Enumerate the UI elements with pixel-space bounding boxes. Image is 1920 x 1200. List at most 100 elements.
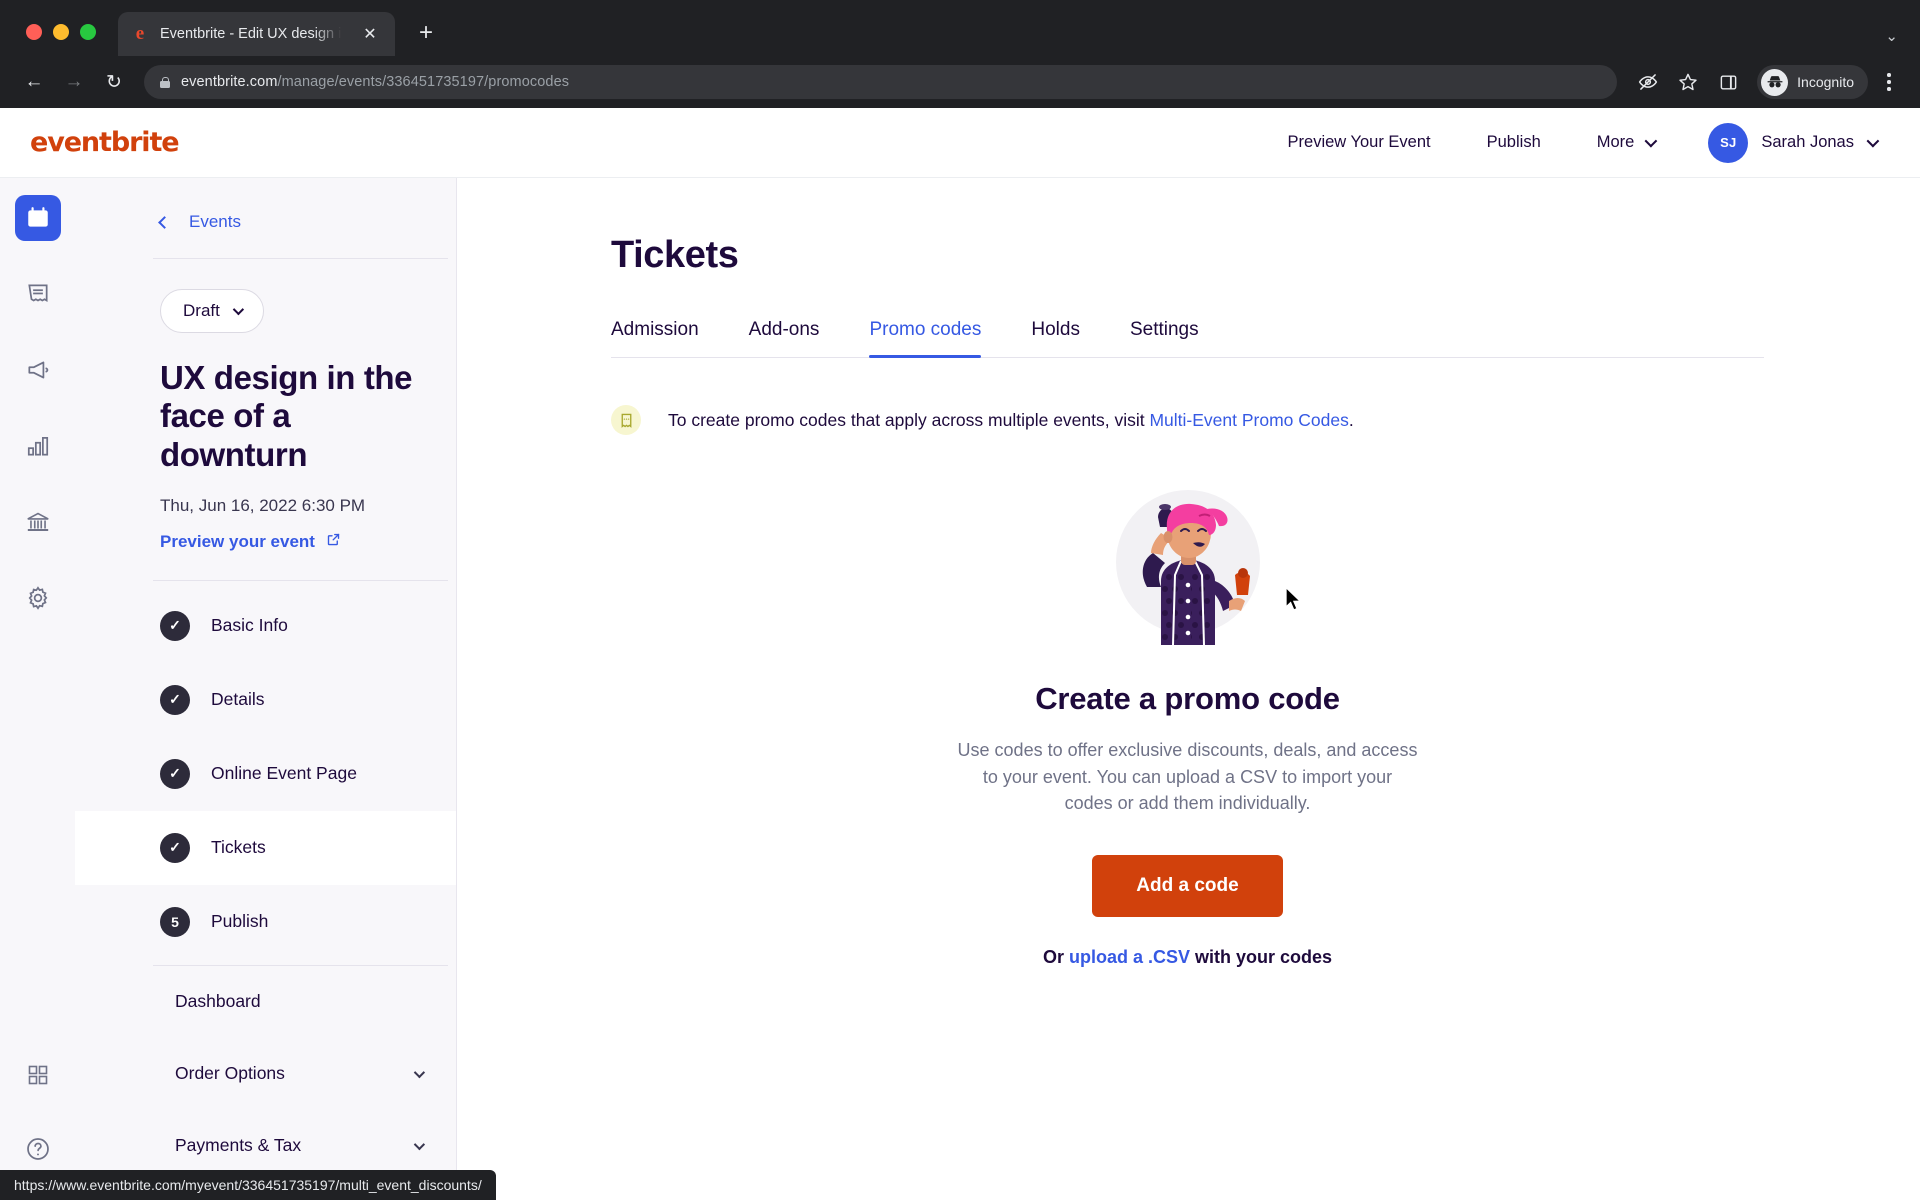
step-badge: ✓ bbox=[160, 610, 190, 641]
app-body: 9 Events Draft UX design in the face of … bbox=[0, 178, 1920, 1200]
sidebar-item-order-options[interactable]: Order Options bbox=[75, 1038, 456, 1110]
rail-item-apps[interactable] bbox=[15, 1052, 61, 1098]
sidebar-item-basic-info[interactable]: ✓ Basic Info bbox=[75, 589, 456, 663]
more-menu-label: More bbox=[1596, 133, 1635, 151]
event-status-label: Draft bbox=[183, 301, 220, 320]
back-to-events-link[interactable]: Events bbox=[75, 178, 456, 258]
chevron-down-icon bbox=[413, 1066, 426, 1079]
sidebar-item-label: Basic Info bbox=[211, 615, 288, 636]
event-status-dropdown[interactable]: Draft bbox=[160, 289, 264, 333]
step-badge: ✓ bbox=[160, 832, 190, 863]
reload-button[interactable]: ↻ bbox=[96, 64, 132, 100]
sub-cta-before: Or bbox=[1042, 946, 1069, 967]
tab-holds[interactable]: Holds bbox=[1031, 319, 1080, 357]
sidebar-item-label: Dashboard bbox=[175, 991, 261, 1012]
browser-window: e Eventbrite - Edit UX design in t ✕ + ⌄… bbox=[0, 0, 1920, 1200]
divider bbox=[153, 579, 448, 581]
close-window-button[interactable] bbox=[26, 24, 42, 40]
eye-off-icon[interactable] bbox=[1631, 65, 1665, 99]
browser-menu-button[interactable] bbox=[1874, 65, 1904, 99]
empty-state-description: Use codes to offer exclusive discounts, … bbox=[957, 740, 1418, 814]
bookmark-star-icon[interactable] bbox=[1671, 65, 1705, 99]
eventbrite-favicon-icon: e bbox=[135, 23, 145, 44]
rail-item-help[interactable] bbox=[15, 1126, 61, 1172]
notice-text-after: . bbox=[1348, 409, 1354, 430]
sidebar-item-label: Details bbox=[211, 689, 265, 710]
rail-item-orders[interactable] bbox=[15, 271, 61, 317]
address-bar[interactable]: eventbrite.com/manage/events/33645173519… bbox=[144, 65, 1618, 99]
rail-item-settings[interactable] bbox=[15, 575, 61, 621]
rail-item-marketing[interactable] bbox=[15, 347, 61, 393]
rail-item-finance[interactable] bbox=[15, 499, 61, 545]
preview-your-event-link[interactable]: Preview your event bbox=[160, 532, 456, 552]
tab-search-chevron-down-icon[interactable]: ⌄ bbox=[1885, 27, 1898, 45]
sidebar-item-label: Tickets bbox=[211, 837, 266, 858]
minimize-window-button[interactable] bbox=[53, 24, 69, 40]
eventbrite-logo[interactable]: eventbrite bbox=[30, 127, 180, 158]
page-title: Tickets bbox=[611, 234, 739, 276]
preview-your-event-label: Preview your event bbox=[160, 531, 315, 551]
person-with-confetti-illustration bbox=[1103, 477, 1273, 647]
event-steps-list: ✓ Basic Info ✓ Details ✓ Online Event Pa… bbox=[75, 589, 456, 959]
incognito-label: Incognito bbox=[1797, 74, 1854, 90]
event-title: UX design in the face of a downturn bbox=[160, 359, 413, 473]
page-content: eventbrite Preview Your Event Publish Mo… bbox=[0, 108, 1920, 1200]
tab-title: Eventbrite - Edit UX design in t bbox=[160, 26, 347, 42]
sub-cta-after: with your codes bbox=[1190, 946, 1333, 967]
chevron-left-icon bbox=[158, 215, 171, 229]
sidebar-item-details[interactable]: ✓ Details bbox=[75, 663, 456, 737]
tab-strip: e Eventbrite - Edit UX design in t ✕ + ⌄ bbox=[0, 0, 1920, 56]
back-to-events-label: Events bbox=[189, 212, 241, 231]
user-menu-button[interactable]: SJ Sarah Jonas bbox=[1708, 122, 1880, 163]
sidebar-item-label: Online Event Page bbox=[211, 763, 357, 784]
upload-csv-link[interactable]: upload a .CSV bbox=[1069, 947, 1190, 967]
browser-tab[interactable]: e Eventbrite - Edit UX design in t ✕ bbox=[118, 12, 395, 56]
preview-your-event-button[interactable]: Preview Your Event bbox=[1260, 133, 1459, 152]
incognito-profile-button[interactable]: Incognito bbox=[1757, 65, 1868, 99]
tab-settings[interactable]: Settings bbox=[1130, 319, 1199, 357]
url-domain: eventbrite.com bbox=[181, 74, 278, 90]
step-badge: ✓ bbox=[160, 758, 190, 789]
tab-add-ons[interactable]: Add-ons bbox=[749, 319, 820, 357]
sidebar-item-label: Payments & Tax bbox=[175, 1135, 302, 1156]
more-menu-button[interactable]: More bbox=[1569, 133, 1683, 152]
chevron-down-icon bbox=[232, 303, 244, 316]
maximize-window-button[interactable] bbox=[80, 24, 96, 40]
sidebar-item-dashboard[interactable]: Dashboard bbox=[75, 966, 456, 1038]
url-path: /manage/events/336451735197/promocodes bbox=[277, 74, 570, 90]
side-panel-icon[interactable] bbox=[1711, 65, 1745, 99]
ticket-icon bbox=[611, 405, 641, 435]
app-header-nav: Preview Your Event Publish More SJ Sarah… bbox=[1260, 122, 1880, 163]
sidebar-item-label: Order Options bbox=[175, 1063, 285, 1084]
new-tab-button[interactable]: + bbox=[409, 16, 443, 50]
chevron-down-icon bbox=[1644, 134, 1658, 148]
step-badge: ✓ bbox=[160, 684, 190, 715]
forward-button[interactable]: → bbox=[56, 64, 92, 100]
close-tab-button[interactable]: ✕ bbox=[357, 21, 383, 47]
incognito-avatar-icon bbox=[1761, 68, 1789, 96]
browser-toolbar: ← → ↻ eventbrite.com/manage/events/33645… bbox=[0, 56, 1920, 108]
step-badge: 5 bbox=[160, 906, 190, 937]
icon-rail: 9 bbox=[0, 178, 75, 1200]
url-text: eventbrite.com/manage/events/33645173519… bbox=[181, 74, 569, 90]
sidebar-item-online-event-page[interactable]: ✓ Online Event Page bbox=[75, 737, 456, 811]
divider bbox=[153, 258, 448, 259]
sidebar-item-tickets[interactable]: ✓ Tickets bbox=[75, 810, 456, 885]
lock-icon bbox=[158, 76, 171, 89]
upload-csv-row: Or upload a .CSV with your codes bbox=[611, 947, 1764, 968]
tab-admission[interactable]: Admission bbox=[611, 319, 699, 357]
rail-item-calendar[interactable]: 9 bbox=[14, 195, 61, 241]
external-link-icon bbox=[326, 532, 341, 552]
event-date: Thu, Jun 16, 2022 6:30 PM bbox=[160, 495, 366, 515]
multi-event-promo-codes-link[interactable]: Multi-Event Promo Codes bbox=[1149, 410, 1348, 430]
event-sidebar: Events Draft UX design in the face of a … bbox=[75, 178, 457, 1200]
window-controls bbox=[18, 24, 118, 56]
sidebar-item-publish[interactable]: 5 Publish bbox=[75, 885, 456, 959]
publish-button[interactable]: Publish bbox=[1459, 133, 1569, 152]
add-a-code-button[interactable]: Add a code bbox=[1092, 854, 1283, 917]
chevron-down-icon bbox=[413, 1138, 426, 1151]
rail-item-reports[interactable] bbox=[15, 423, 61, 469]
tab-promo-codes[interactable]: Promo codes bbox=[869, 319, 981, 358]
back-button[interactable]: ← bbox=[16, 64, 52, 100]
avatar: SJ bbox=[1708, 122, 1749, 163]
